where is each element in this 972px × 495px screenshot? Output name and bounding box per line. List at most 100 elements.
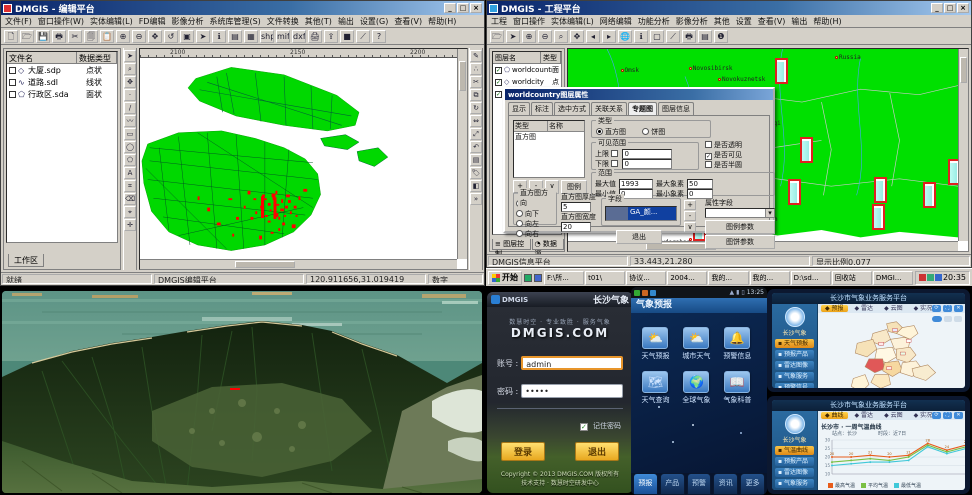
polygon-tool-icon[interactable]: ⬠ (124, 154, 136, 166)
tray-icon[interactable] (927, 274, 934, 281)
file-checkbox[interactable] (9, 91, 16, 98)
list-col-name[interactable]: 名称 (548, 121, 584, 131)
line-tool-icon[interactable]: ∕ (124, 102, 136, 114)
stop-icon[interactable]: ■ (340, 30, 354, 43)
taskbar-button[interactable]: t01\ (585, 271, 625, 285)
app-global[interactable]: 🌍全球气象 (676, 371, 717, 405)
shp-icon[interactable]: shp (260, 30, 274, 43)
histogram-radio[interactable] (596, 128, 603, 135)
select-tool-icon[interactable]: ➤ (124, 50, 136, 62)
tab-云图[interactable]: ◆ 云图 (880, 305, 907, 312)
district-map[interactable] (818, 313, 965, 388)
layer-col-name[interactable]: 图层名 (493, 52, 541, 63)
layer-checkbox[interactable]: ✓ (495, 79, 502, 86)
copy-icon[interactable]: 🗐 (84, 30, 98, 43)
taskbar-button[interactable]: DMGI... (873, 271, 913, 285)
taskbar-button[interactable]: 我的... (708, 271, 748, 285)
select-icon[interactable]: ➤ (196, 30, 210, 43)
taskbar-button[interactable]: F:\所... (544, 271, 584, 285)
file-col-name[interactable]: 文件名 (7, 52, 77, 63)
close-button[interactable]: × (470, 3, 482, 13)
tab-云图[interactable]: ◆ 云图 (880, 412, 907, 419)
merge-icon[interactable]: ⧉ (470, 89, 482, 101)
measure-icon[interactable]: ⟋ (356, 30, 370, 43)
export-icon[interactable]: ⇪ (324, 30, 338, 43)
refresh-icon[interactable]: ↺ (164, 30, 178, 43)
window-control-icon[interactable]: ⟳ (932, 305, 941, 312)
menu-item[interactable]: 功能分析 (638, 16, 670, 27)
lower-checkbox[interactable] (611, 160, 618, 167)
quicklaunch-desktop-icon[interactable] (534, 274, 542, 282)
visible-checkbox[interactable]: ✓ (705, 153, 712, 160)
weather-tab-预报[interactable]: 预报 (633, 473, 658, 495)
app-warning[interactable]: 🔔预警信息 (717, 327, 758, 361)
attr-field-dropdown[interactable]: ▾ (705, 208, 775, 218)
more-icon[interactable]: » (470, 193, 482, 205)
map-zoom-control[interactable] (932, 316, 942, 322)
field-down-button[interactable]: ∨ (684, 222, 696, 232)
sidebar-item-雷达图像[interactable]: ▪ 雷达图像 (775, 468, 814, 477)
grid-icon[interactable]: ▦ (244, 30, 258, 43)
menu-item[interactable]: 影像分析 (171, 16, 203, 27)
zoom-out-icon[interactable]: ⊖ (132, 30, 146, 43)
minimize-button[interactable]: _ (931, 3, 943, 13)
menu-item[interactable]: 系统库管理(S) (209, 16, 260, 27)
exit-button[interactable]: 退出 (616, 230, 662, 244)
pie-params-button[interactable]: 图饼参数 (705, 235, 775, 249)
style-icon[interactable]: ◧ (470, 180, 482, 192)
layer-col-type[interactable]: 类型 (541, 52, 561, 63)
login-button[interactable]: 登录 (501, 442, 545, 461)
thematic-list[interactable]: 类型 名称 直方图 (513, 120, 585, 178)
tray-icon[interactable] (919, 274, 926, 281)
weather-tab-预警[interactable]: 预警 (687, 473, 712, 495)
text-tool-icon[interactable]: A (124, 167, 136, 179)
sidebar-item-气象服务[interactable]: ▪ 气象服务 (775, 372, 814, 381)
exit-button[interactable]: 退出 (575, 442, 619, 461)
dialog-tab-标注[interactable]: 标注 (531, 102, 553, 115)
app-science[interactable]: 📖气象科普 (717, 371, 758, 405)
menu-item[interactable]: 影像分析 (676, 16, 708, 27)
dialog-tab-专题图[interactable]: 专题图 (628, 102, 657, 115)
map-legend-control[interactable] (954, 316, 962, 322)
tab-预报[interactable]: ◆ 预报 (821, 305, 848, 312)
menu-item[interactable]: 其他(T) (305, 16, 332, 27)
dialog-tab-关联关系[interactable]: 关联关系 (591, 102, 627, 115)
workspace-tab[interactable]: 工作区 (8, 254, 44, 267)
erase-tool-icon[interactable]: ⌫ (124, 193, 136, 205)
maximize-button[interactable]: □ (944, 3, 956, 13)
cut-icon[interactable]: ✂ (68, 30, 82, 43)
max-input[interactable]: 1993 (619, 179, 653, 189)
legend-icon[interactable]: ▤ (698, 30, 712, 43)
account-input[interactable]: admin (521, 356, 623, 370)
menu-item[interactable]: 窗口操作 (513, 16, 545, 27)
rotate-icon[interactable]: ↻ (470, 102, 482, 114)
window-control-icon[interactable]: ✕ (954, 412, 963, 419)
taskbar-button[interactable]: D:\sd... (791, 271, 831, 285)
sidebar-item-气象服务[interactable]: ▪ 气象服务 (775, 479, 814, 488)
paste-icon[interactable]: 📋 (100, 30, 114, 43)
print-icon[interactable]: 🖶 (682, 30, 696, 43)
menu-item[interactable]: 文件(F) (5, 16, 32, 27)
layer-checkbox[interactable]: ✓ (495, 91, 502, 98)
scale-icon[interactable]: ⤢ (470, 128, 482, 140)
dialog-tab-显示[interactable]: 显示 (508, 102, 530, 115)
label-icon[interactable]: 🏷 (470, 167, 482, 179)
password-input[interactable]: ••••• (521, 384, 623, 398)
zoom-tool-icon[interactable]: ⌕ (124, 63, 136, 75)
width-input[interactable]: 20 (561, 222, 591, 232)
maxpx-input[interactable]: 50 (687, 179, 713, 189)
sidebar-item-预报产品[interactable]: ▪ 预报产品 (775, 457, 814, 466)
menu-item[interactable]: 设置(G) (360, 16, 388, 27)
open-icon[interactable]: 🗁 (20, 30, 34, 43)
menu-item[interactable]: 窗口操作(W) (38, 16, 84, 27)
quicklaunch-ie-icon[interactable] (524, 274, 532, 282)
menu-item[interactable]: 实体编辑(L) (551, 16, 594, 27)
sidebar-item-预报产品[interactable]: ▪ 预报产品 (775, 350, 814, 359)
map-vscrollbar[interactable] (457, 49, 467, 259)
edit-icon[interactable]: ✎ (470, 50, 482, 62)
list-col-type[interactable]: 类型 (514, 121, 548, 131)
shanghai-map-canvas[interactable] (140, 58, 457, 259)
app-weather-forecast[interactable]: ⛅天气预报 (635, 327, 676, 361)
window-control-icon[interactable]: ⛶ (943, 412, 952, 419)
maximize-button[interactable]: □ (457, 3, 469, 13)
